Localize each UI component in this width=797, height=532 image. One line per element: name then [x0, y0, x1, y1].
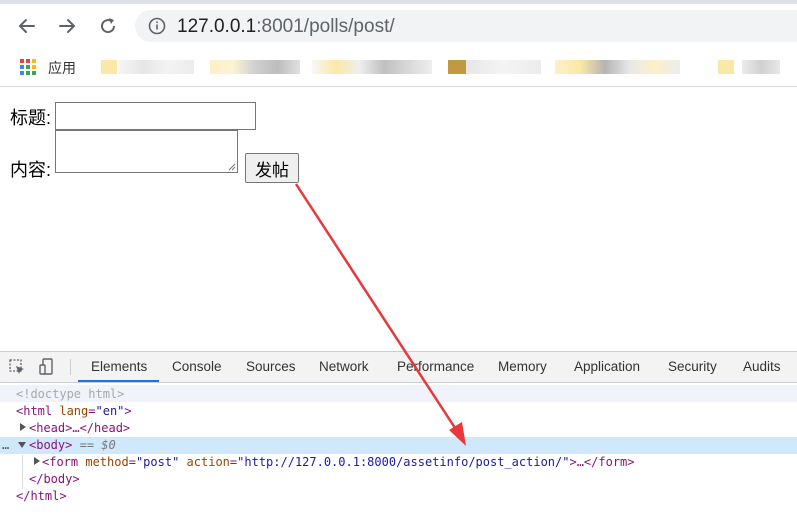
tab-security[interactable]: Security [668, 352, 717, 382]
tab-audits[interactable]: Audits [743, 352, 781, 382]
device-toolbar-icon[interactable] [39, 358, 57, 376]
active-tab-indicator [78, 380, 159, 382]
title-input[interactable] [55, 102, 256, 130]
tab-application[interactable]: Application [574, 352, 640, 382]
toolbar-divider [70, 359, 71, 375]
apps-bookmark-label[interactable]: 应用 [48, 58, 76, 78]
apps-grid-icon[interactable] [20, 59, 36, 75]
bookmark-folder-icon[interactable] [101, 60, 117, 74]
dom-html-close[interactable]: </html> [16, 489, 67, 503]
content-label: 内容: [10, 160, 52, 180]
blurred-bookmark-icon[interactable] [718, 60, 734, 74]
tab-console[interactable]: Console [172, 352, 222, 382]
dom-doctype[interactable]: <!doctype html> [16, 387, 124, 401]
bookmarks-bar: 应用 [0, 48, 797, 87]
browser-toolbar: 127.0.0.1:8001/polls/post/ [0, 4, 797, 48]
forward-button[interactable] [53, 12, 81, 40]
inspect-element-icon[interactable] [9, 359, 26, 376]
back-arrow-icon [18, 19, 35, 33]
blurred-bookmark[interactable] [555, 60, 680, 74]
dom-html-open[interactable]: <html lang="en"> [16, 404, 132, 418]
tab-network[interactable]: Network [319, 352, 369, 382]
devtools-toolbar: Elements Console Sources Network Perform… [0, 352, 797, 383]
info-icon[interactable] [148, 17, 166, 35]
blurred-bookmark-icon[interactable] [448, 60, 466, 74]
content-textarea[interactable] [55, 130, 238, 173]
devtools-panel: Elements Console Sources Network Perform… [0, 351, 797, 532]
dom-body-open[interactable]: <body> == $0 [29, 438, 116, 452]
expand-form-triangle-icon[interactable] [33, 457, 41, 465]
page-content: 标题: 内容: 发帖 [0, 88, 797, 350]
tab-sources[interactable]: Sources [246, 352, 296, 382]
dom-selected-row [0, 437, 797, 454]
submit-button[interactable]: 发帖 [245, 153, 299, 183]
blurred-bookmark[interactable] [466, 60, 541, 74]
collapse-body-triangle-icon[interactable] [18, 441, 26, 449]
dom-body-close[interactable]: </body> [29, 472, 80, 486]
url-host: 127.0.0.1 [177, 16, 257, 37]
expand-head-triangle-icon[interactable] [19, 423, 27, 431]
reload-icon [101, 18, 116, 34]
back-button[interactable] [13, 12, 41, 40]
address-bar[interactable]: 127.0.0.1:8001/polls/post/ [135, 10, 797, 42]
blurred-bookmark[interactable] [742, 60, 780, 74]
forward-arrow-icon [59, 19, 76, 33]
selected-node-marker: == $0 [79, 438, 116, 452]
url-path: :8001/polls/post/ [256, 16, 395, 37]
title-label: 标题: [10, 108, 52, 128]
tab-performance[interactable]: Performance [397, 352, 474, 382]
reload-button[interactable] [94, 12, 122, 40]
blurred-bookmark[interactable] [210, 60, 300, 74]
resize-grip-icon[interactable] [227, 162, 236, 171]
tree-guide-line [22, 455, 23, 489]
blurred-bookmark[interactable] [118, 60, 194, 74]
dom-head[interactable]: <head>…</head> [29, 421, 130, 435]
dom-form[interactable]: <form method="post" action="http://127.0… [42, 455, 635, 469]
blurred-bookmark[interactable] [312, 60, 432, 74]
tab-elements[interactable]: Elements [91, 352, 147, 382]
url-text[interactable]: 127.0.0.1:8001/polls/post/ [177, 16, 395, 38]
tab-memory[interactable]: Memory [498, 352, 547, 382]
more-options-dots-icon[interactable]: … [2, 438, 9, 452]
